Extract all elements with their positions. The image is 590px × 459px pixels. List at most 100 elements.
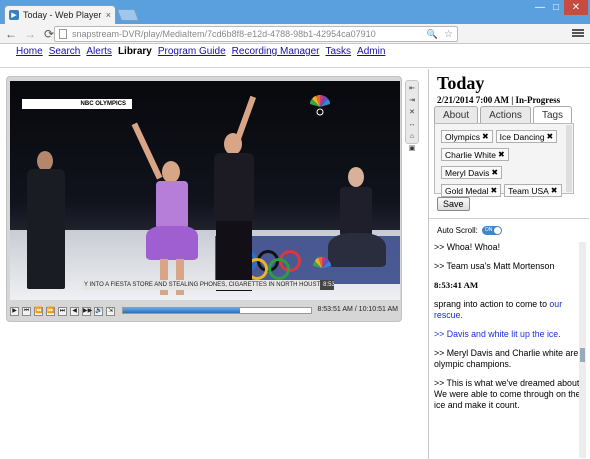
tab-tags[interactable]: Tags xyxy=(532,106,573,124)
rewind-button[interactable]: ⏪ xyxy=(34,306,43,316)
nav-search[interactable]: Search xyxy=(49,46,81,60)
tab-about[interactable]: About xyxy=(434,106,479,123)
snapshot-icon[interactable]: ▣ xyxy=(408,144,417,153)
tab-actions[interactable]: Actions xyxy=(480,106,531,123)
closed-caption-bar: Y INTO A FIESTA STORE AND STEALING PHONE… xyxy=(82,280,334,290)
zoom-icon[interactable]: 🔍 xyxy=(427,29,438,40)
skater-left xyxy=(22,151,72,300)
nav-tasks[interactable]: Tasks xyxy=(325,46,351,60)
transcript-line[interactable]: >> Whoa! Whoa! xyxy=(434,242,582,253)
skater-charlie-white xyxy=(202,95,262,295)
nav-alerts[interactable]: Alerts xyxy=(86,46,112,60)
remove-tag-icon[interactable]: ✖ xyxy=(491,168,498,177)
transcript-line-current[interactable]: >> Davis and white lit up the ice. xyxy=(434,329,582,340)
tags-box: Olympics ✖ Ice Dancing ✖ Charlie White ✖ Me… xyxy=(434,123,574,197)
transcript-line[interactable]: sprang into action to come to our rescue… xyxy=(434,299,582,321)
page-icon xyxy=(59,29,67,39)
browser-titlebar: ▶ Today - Web Player × — □ ✕ xyxy=(0,0,590,24)
autoscroll-toggle[interactable]: ON xyxy=(481,226,502,235)
skip-start-button[interactable]: ⏮ xyxy=(22,306,31,316)
tab-close-icon[interactable]: × xyxy=(106,10,111,20)
tag-label: Meryl Davis xyxy=(445,167,490,178)
show-title: Today xyxy=(437,73,485,93)
player-side-controls: ⇤ ⇥ ✕ ↔ ⌂ ▣ xyxy=(405,80,419,152)
close-window-button[interactable]: ✕ xyxy=(564,0,588,15)
nav-home[interactable]: Home xyxy=(16,46,43,60)
caption-text: Y INTO A FIESTA STORE AND STEALING PHONE… xyxy=(84,282,321,288)
back-button[interactable]: ← xyxy=(3,26,19,42)
new-tab-button[interactable] xyxy=(116,9,140,21)
remove-tag-icon[interactable]: ✖ xyxy=(482,132,489,141)
transcript-line[interactable]: >> Meryl Davis and Charlie white are oly… xyxy=(434,348,582,370)
minimize-button[interactable]: — xyxy=(532,0,548,15)
transcript-timestamp[interactable]: 8:53:41 AM xyxy=(434,280,582,291)
home-icon[interactable]: ⌂ xyxy=(408,132,417,141)
panel-tabs: About Actions Tags xyxy=(434,106,574,124)
remove-tag-icon[interactable]: ✖ xyxy=(551,186,558,195)
tag-label: Olympics xyxy=(445,131,480,142)
tags-scrollbar[interactable] xyxy=(566,125,572,192)
scrollbar-thumb[interactable] xyxy=(580,348,585,362)
collapse-left-icon[interactable]: ⇤ xyxy=(408,84,417,93)
tag-label: Charlie White xyxy=(445,149,497,160)
caption-timecode: 8:53 | 56 xyxy=(320,280,334,290)
tag-item: Meryl Davis ✖ xyxy=(441,166,503,179)
tag-item: Olympics ✖ xyxy=(441,130,493,143)
nav-library[interactable]: Library xyxy=(118,46,152,60)
player-controls: ▶ ⏮ ⏪ ⏩ ⏭ ◀ ▶▶ 🔊 ⇲ 8:53:51 AM / 10:10:51… xyxy=(10,304,400,318)
browser-tab[interactable]: ▶ Today - Web Player × xyxy=(4,5,116,24)
nav-program-guide[interactable]: Program Guide xyxy=(158,46,226,60)
skip-end-button[interactable]: ⏭ xyxy=(58,306,67,316)
tag-label: Ice Dancing xyxy=(499,131,545,142)
seek-bar-fill xyxy=(123,308,240,313)
fullscreen-icon[interactable]: ⇲ xyxy=(106,306,115,316)
tag-list: Olympics ✖ Ice Dancing ✖ Charlie White ✖ Me… xyxy=(441,130,567,202)
transcript-scrollbar[interactable] xyxy=(579,242,586,458)
video-frame[interactable]: NBC OLYMPICS Y INTO A FIESTA STORE AND S… xyxy=(10,81,400,300)
address-bar[interactable]: snapstream-DVR/play/MediaItem/7cd6b8f8-e… xyxy=(54,26,458,42)
step-back-button[interactable]: ◀ xyxy=(70,306,79,316)
nbc-peacock-icon xyxy=(309,94,331,116)
tag-item: Gold Medal ✖ xyxy=(441,184,502,197)
step-forward-button[interactable]: ▶▶ xyxy=(82,306,92,316)
tag-label: Team USA xyxy=(508,185,549,196)
tab-title: Today - Web Player xyxy=(23,10,102,20)
air-datetime: 2/21/2014 7:00 AM | In-Progress xyxy=(437,95,561,105)
transcript-text: sprang into action to come to xyxy=(434,299,550,309)
bookmark-star-icon[interactable]: ☆ xyxy=(444,29,453,40)
close-icon[interactable]: ✕ xyxy=(408,108,417,117)
remove-tag-icon[interactable]: ✖ xyxy=(498,150,505,159)
url-text[interactable]: snapstream-DVR/play/MediaItem/7cd6b8f8-e… xyxy=(72,29,427,39)
tag-item: Team USA ✖ xyxy=(504,184,562,197)
nav-admin[interactable]: Admin xyxy=(357,46,385,60)
window-controls: — □ ✕ xyxy=(532,0,588,16)
remove-tag-icon[interactable]: ✖ xyxy=(547,132,554,141)
player-timecode: 8:53:51 AM / 10:10:51 AM xyxy=(317,306,398,313)
maximize-button[interactable]: □ xyxy=(548,0,564,15)
app-nav: Home Search Alerts Library Program Guide… xyxy=(16,46,391,60)
autoscroll-label: Auto Scroll: xyxy=(437,226,478,235)
details-panel: Today 2/21/2014 7:00 AM | In-Progress Ab… xyxy=(428,69,589,459)
collapse-right-icon[interactable]: ⇥ xyxy=(408,96,417,105)
autoscroll-control: Auto Scroll: ON xyxy=(437,226,502,235)
panel-divider xyxy=(429,218,589,219)
resize-icon[interactable]: ↔ xyxy=(408,120,417,129)
volume-icon[interactable]: 🔊 xyxy=(94,306,103,316)
favicon-icon: ▶ xyxy=(9,10,19,20)
skater-meryl-davis xyxy=(131,121,210,296)
transcript: >> Whoa! Whoa! >> Team usa's Matt Morten… xyxy=(434,242,582,458)
nbc-peacock-watermark-icon xyxy=(312,256,332,269)
nav-recording-manager[interactable]: Recording Manager xyxy=(232,46,320,60)
fast-forward-button[interactable]: ⏩ xyxy=(46,306,55,316)
play-button[interactable]: ▶ xyxy=(10,306,19,316)
transcript-line[interactable]: >> This is what we've dreamed about. We … xyxy=(434,378,582,411)
remove-tag-icon[interactable]: ✖ xyxy=(490,186,497,195)
seek-bar[interactable] xyxy=(122,307,312,314)
save-button[interactable]: Save xyxy=(437,197,470,211)
transcript-line[interactable]: >> Team usa's Matt Mortenson xyxy=(434,261,582,272)
network-label: NBC OLYMPICS xyxy=(22,99,132,109)
browser-menu-icon[interactable] xyxy=(572,27,584,39)
video-player: NBC OLYMPICS Y INTO A FIESTA STORE AND S… xyxy=(6,76,402,322)
forward-button[interactable]: → xyxy=(22,26,38,42)
browser-toolbar: ← → ⟳ snapstream-DVR/play/MediaItem/7cd6… xyxy=(0,24,590,44)
